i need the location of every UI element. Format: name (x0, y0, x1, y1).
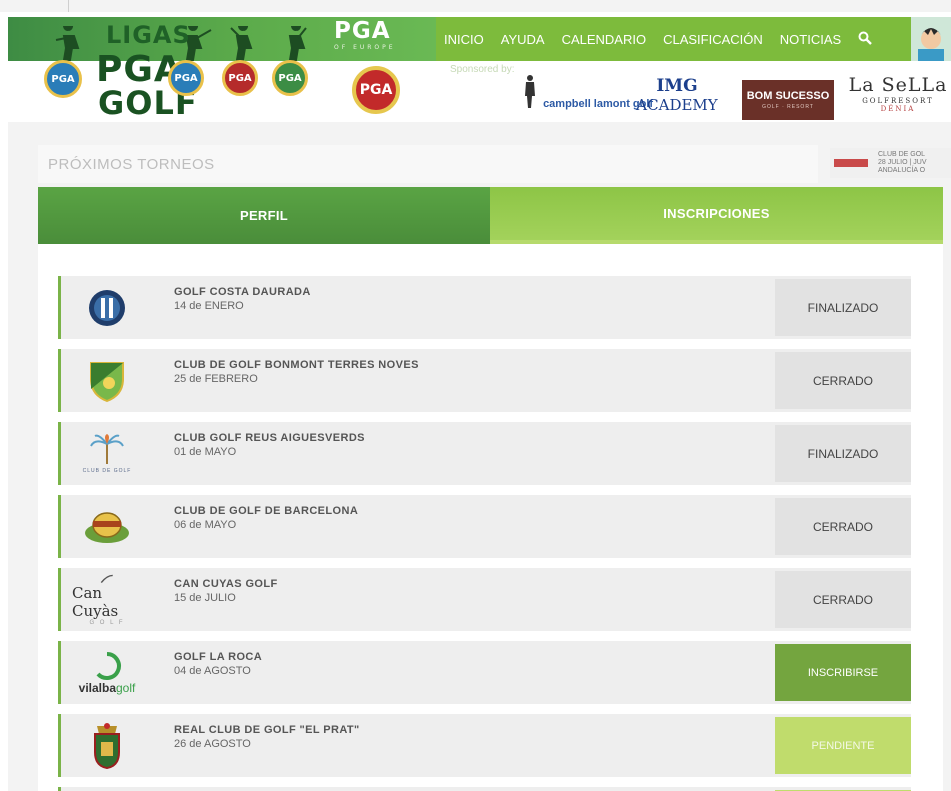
pga-badge-icon: PGA (44, 60, 82, 98)
status-badge: CERRADO (775, 352, 911, 409)
club-logo-bonmont (72, 355, 142, 407)
bom-sucesso-title: BOM SUCESSO (746, 90, 830, 102)
club-logo-can-cuyas: Can Cuyàs G O L F (72, 574, 142, 626)
club-logo-reus-aiguesverds: CLUB DE GOLF (72, 428, 142, 480)
tournament-row (58, 787, 911, 791)
vilalba-text: vilalbagolf (79, 681, 136, 695)
vilalba-text-1: vilalba (78, 681, 116, 695)
profile-tabs: PERFIL INSCRIPCIONES (38, 187, 943, 244)
nav-calendario[interactable]: CALENDARIO (562, 32, 647, 47)
pga-europe-main: PGA (334, 18, 391, 44)
la-sella-sub: GOLFRESORT (862, 97, 934, 105)
user-avatar[interactable] (911, 17, 951, 61)
tournament-name: CLUB DE GOLF DE BARCELONA (174, 505, 359, 517)
tournament-name: REAL CLUB DE GOLF "EL PRAT" (174, 724, 360, 736)
event-logo-icon (834, 159, 868, 167)
pga-badge-icon: PGA (222, 60, 258, 96)
sponsor-bom-sucesso-logo[interactable]: BOM SUCESSO GOLF · RESORT (742, 80, 834, 120)
status-badge: FINALIZADO (775, 425, 911, 482)
tournament-date: 06 de MAYO (174, 519, 237, 531)
tournament-name: CLUB DE GOLF BONMONT TERRES NOVES (174, 359, 419, 371)
img-academy-title: IMG (656, 76, 698, 96)
row-accent (58, 422, 61, 485)
top-strip (0, 0, 951, 12)
main-nav: INICIO AYUDA CALENDARIO CLASIFICACIÓN NO… (444, 17, 884, 61)
upcoming-event-ticker[interactable]: CLUB DE GOL 28 JULIO | JUV ANDALUCÍA O (830, 148, 951, 178)
tournament-row: Can Cuyàs G O L F CAN CUYAS GOLF 15 de J… (58, 568, 911, 631)
tournament-row: REAL CLUB DE GOLF "EL PRAT" 26 de AGOSTO… (58, 714, 911, 777)
can-cuyas-sub: G O L F (89, 620, 125, 626)
tournament-date: 04 de AGOSTO (174, 665, 251, 677)
event-text: CLUB DE GOL 28 JULIO | JUV ANDALUCÍA O (878, 151, 948, 175)
row-accent (58, 568, 61, 631)
golfer-silhouette-icon (288, 26, 307, 61)
can-cuyas-text: Can Cuyàs (72, 584, 119, 620)
vilalba-text-2: golf (116, 681, 136, 695)
search-icon[interactable] (858, 31, 873, 48)
tournament-row: CLUB DE GOLF CLUB GOLF REUS AIGUESVERDS … (58, 422, 911, 485)
status-badge: CERRADO (775, 571, 911, 628)
tournament-name: GOLF LA ROCA (174, 651, 263, 663)
bom-sucesso-sub: GOLF · RESORT (762, 104, 814, 110)
row-accent (58, 641, 61, 704)
nav-inicio[interactable]: INICIO (444, 32, 484, 47)
tournament-date: 26 de AGOSTO (174, 738, 251, 750)
event-line2: 28 JULIO | JUV (878, 159, 927, 166)
tournament-date: 25 de FEBRERO (174, 373, 258, 385)
tournament-name: CAN CUYAS GOLF (174, 578, 278, 590)
tab-inscripciones[interactable]: INSCRIPCIONES (490, 187, 943, 244)
tournament-row: vilalbagolf GOLF LA ROCA 04 de AGOSTO IN… (58, 641, 911, 704)
status-badge: CERRADO (775, 498, 911, 555)
la-sella-city: DÉNIA (880, 105, 916, 113)
pga-europe-logo[interactable]: PGA OF EUROPE (334, 18, 396, 52)
event-line3: ANDALUCÍA O (878, 167, 926, 174)
pga-badge-icon: PGA (168, 60, 204, 96)
reus-logo-text: CLUB DE GOLF (82, 468, 132, 474)
tournament-date: 15 de JULIO (174, 592, 236, 604)
status-badge: FINALIZADO (775, 279, 911, 336)
club-logo-el-prat (72, 720, 142, 772)
upcoming-label: PRÓXIMOS TORNEOS (48, 155, 215, 173)
tournament-row: CLUB DE GOLF DE BARCELONA 06 de MAYO CER… (58, 495, 911, 558)
club-logo-barcelona (72, 501, 142, 553)
pga-europe-sub: OF EUROPE (334, 44, 396, 51)
upcoming-tournaments-bar: PRÓXIMOS TORNEOS (38, 145, 818, 183)
pga-spain-badge-icon: PGA (352, 66, 400, 114)
inscribirse-button[interactable]: INSCRIBIRSE (775, 644, 911, 701)
site-header: LIGAS PGA GOLF PGA PGA PGA PGA PGA PGA O… (8, 12, 951, 122)
event-line1: CLUB DE GOL (878, 151, 926, 158)
nav-clasificacion[interactable]: CLASIFICACIÓN (663, 32, 763, 47)
nav-ayuda[interactable]: AYUDA (501, 32, 545, 47)
tournament-name: CLUB GOLF REUS AIGUESVERDS (174, 432, 365, 444)
status-badge: PENDIENTE (775, 717, 911, 774)
row-accent (58, 349, 61, 412)
brand-title-ligas: LIGAS (106, 21, 191, 49)
nav-noticias[interactable]: NOTICIAS (780, 32, 841, 47)
row-accent (58, 714, 61, 777)
tournament-date: 14 de ENERO (174, 300, 244, 312)
divider (68, 0, 69, 12)
golfer-silhouette-icon (55, 26, 80, 61)
la-sella-title: La SeLLa (848, 74, 948, 96)
pga-badge-icon: PGA (272, 60, 308, 96)
row-accent (58, 276, 61, 339)
img-academy-sub: ACADEMY (636, 96, 718, 114)
row-accent (58, 787, 61, 791)
tournament-row: GOLF COSTA DAURADA 14 de ENERO FINALIZAD… (58, 276, 911, 339)
sponsor-la-sella-logo[interactable]: La SeLLa GOLFRESORT DÉNIA (848, 74, 948, 113)
club-logo-costa-daurada (72, 282, 142, 334)
golfer-silhouette-icon (230, 26, 253, 61)
row-accent (58, 495, 61, 558)
tournament-name: GOLF COSTA DAURADA (174, 286, 311, 298)
club-logo-vilalba: vilalbagolf (72, 647, 142, 699)
sponsor-img-academy-logo[interactable]: IMG ACADEMY (632, 76, 722, 114)
tournament-row: CLUB DE GOLF BONMONT TERRES NOVES 25 de … (58, 349, 911, 412)
tab-perfil[interactable]: PERFIL (38, 187, 490, 244)
sponsored-label: Sponsored by: (450, 64, 515, 75)
tournament-date: 01 de MAYO (174, 446, 237, 458)
